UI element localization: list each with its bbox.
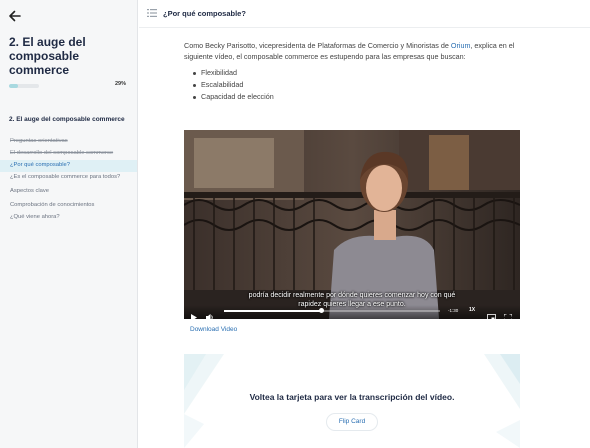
caption-line-1: podría decidir realmente por dónde quier… (248, 292, 456, 299)
flip-card-heading: Voltea la tarjeta para ver la transcripc… (249, 392, 455, 402)
video-scrubber-fill (224, 310, 322, 312)
video-scrubber[interactable] (224, 308, 440, 313)
course-title: 2. El auge del composable commerce (9, 35, 86, 77)
fullscreen-icon[interactable] (503, 308, 513, 319)
nav-item-comprobacion[interactable]: Comprobación de conocimientos (0, 200, 137, 212)
caption-line-2: rapidez quieres llegar a ese punto. (298, 301, 406, 308)
play-icon[interactable] (191, 308, 197, 319)
lesson-section-title: 2. El auge del composable commerce (9, 116, 125, 123)
course-progress-percent: 29% (114, 81, 126, 87)
nav-item-desarrollo-composable[interactable]: El desarrollo del composable commerce (0, 148, 137, 160)
sidebar: 2. El auge del composable commerce 29% 2… (0, 0, 138, 448)
orium-link[interactable]: Orium (451, 41, 471, 50)
list-item: Capacidad de elección (192, 91, 274, 103)
list-item: Escalabilidad (192, 79, 274, 91)
course-progress-fill (9, 84, 18, 88)
download-video-link[interactable]: Download Video (190, 326, 237, 333)
lesson-header: ¿Por qué composable? (139, 0, 590, 28)
picture-in-picture-icon[interactable] (487, 308, 496, 319)
nav-item-preguntas-orientativas[interactable]: Preguntas orientativas (0, 136, 137, 148)
intro-paragraph: Como Becky Parisotto, vicepresidenta de … (184, 41, 524, 62)
flip-card[interactable]: Voltea la tarjeta para ver la transcripc… (184, 354, 520, 448)
outline-menu-icon[interactable] (147, 9, 157, 17)
back-arrow-icon[interactable] (8, 9, 22, 23)
nav-item-por-que-composable[interactable]: ¿Por qué composable? (0, 160, 137, 172)
nav-item-es-para-todos[interactable]: ¿Es el composable commerce para todos? (0, 172, 137, 184)
lesson-nav-list: Preguntas orientativas El desarrollo del… (0, 136, 137, 224)
nav-item-aspectos-clave[interactable]: Aspectos clave (0, 186, 137, 198)
nav-item-que-viene-ahora[interactable]: ¿Qué viene ahora? (0, 212, 137, 224)
volume-icon[interactable] (206, 308, 214, 319)
course-progress-bar (9, 84, 39, 88)
lesson-header-title: ¿Por qué composable? (163, 9, 246, 18)
intro-text-before: Como Becky Parisotto, vicepresidenta de … (184, 41, 451, 50)
list-item: Flexibilidad (192, 67, 274, 79)
flip-card-button[interactable]: Flip Card (326, 413, 378, 431)
benefits-list: Flexibilidad Escalabilidad Capacidad de … (192, 67, 274, 103)
